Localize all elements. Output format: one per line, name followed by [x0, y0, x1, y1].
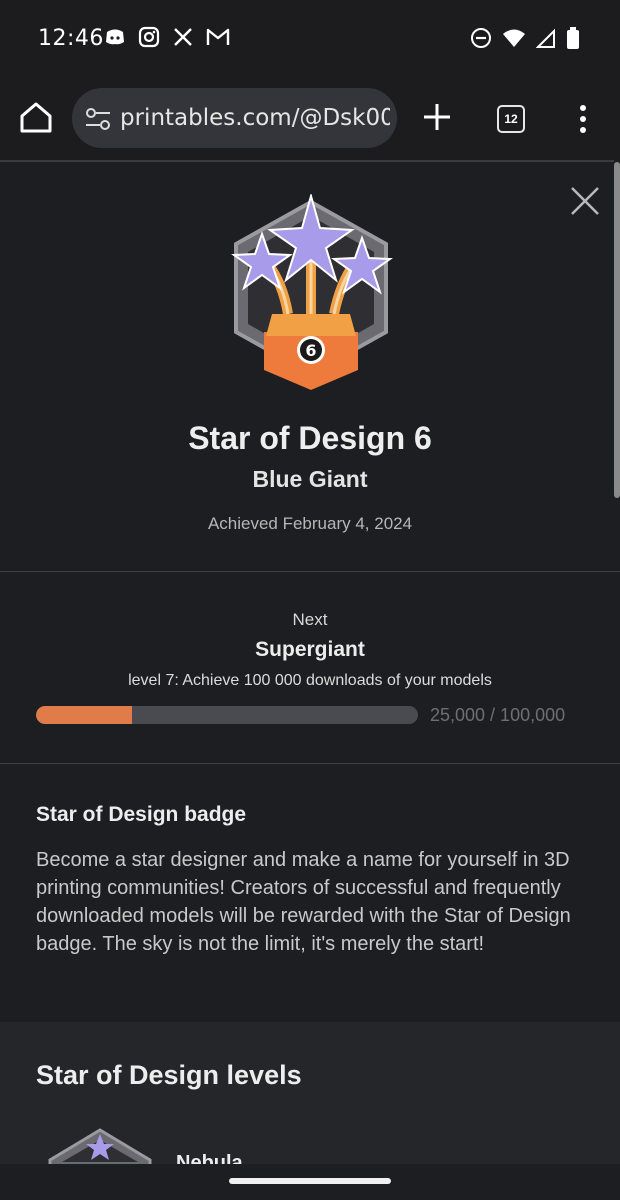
system-icons — [470, 26, 580, 50]
next-heading: Next — [292, 610, 328, 629]
levels-title: Star of Design levels — [36, 1060, 302, 1090]
system-nav-bar — [0, 1164, 620, 1200]
section-divider — [0, 763, 620, 764]
url-bar[interactable]: printables.com/@Dsk001 — [72, 88, 397, 148]
next-level-name: Supergiant — [255, 638, 365, 661]
instagram-icon — [138, 26, 160, 48]
badge-level-name: Blue Giant — [252, 466, 368, 492]
wifi-icon — [503, 29, 525, 47]
browser-toolbar: printables.com/@Dsk001 12 — [0, 76, 620, 160]
site-settings-icon[interactable] — [84, 106, 112, 132]
progress-bar — [36, 706, 418, 724]
url-text[interactable]: printables.com/@Dsk001 — [120, 105, 390, 131]
achieved-date: Achieved February 4, 2024 — [207, 514, 413, 533]
discord-icon — [106, 29, 124, 45]
status-time: 12:46 — [38, 26, 104, 51]
badge-image: 6 — [231, 194, 393, 390]
about-title: Star of Design badge — [36, 803, 247, 826]
home-gesture-handle[interactable] — [229, 1178, 391, 1184]
progress-label: 25,000 / 100,000 — [430, 705, 566, 725]
badge-title: Star of Design 6 — [188, 420, 432, 456]
next-level-description: level 7: Achieve 100 000 downloads of yo… — [128, 672, 492, 689]
notification-icons — [104, 26, 230, 48]
status-bar: 12:46 — [0, 0, 620, 76]
more-menu-icon[interactable] — [578, 104, 588, 134]
nebula-badge-thumbnail — [48, 1128, 152, 1166]
section-divider — [0, 571, 620, 572]
progress-fill — [36, 706, 132, 724]
gmail-icon — [206, 28, 230, 45]
new-tab-icon[interactable] — [420, 100, 454, 134]
about-body: Become a star designer and make a name f… — [36, 849, 571, 955]
toolbar-divider — [0, 160, 614, 162]
battery-icon — [567, 27, 579, 49]
signal-icon — [536, 28, 555, 48]
tab-switcher-button[interactable]: 12 — [497, 105, 525, 133]
close-icon[interactable] — [569, 185, 601, 217]
home-icon[interactable] — [18, 100, 54, 134]
x-icon — [174, 28, 192, 46]
dnd-icon — [471, 28, 491, 48]
badge-level-number: 6 — [305, 341, 316, 360]
